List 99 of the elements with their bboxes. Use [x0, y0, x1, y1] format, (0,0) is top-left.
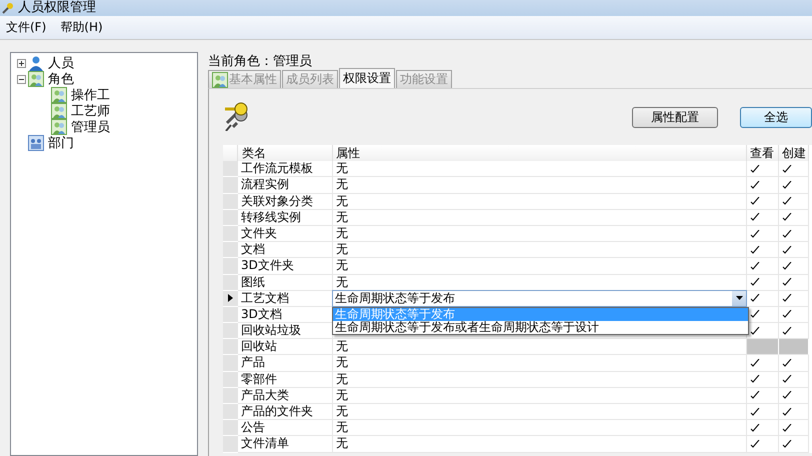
tree-item[interactable]: 角色	[46, 70, 76, 88]
table-cell: 文件夹	[238, 226, 333, 242]
check-cell[interactable]	[747, 388, 779, 404]
table-cell: 回收站垃圾	[238, 323, 333, 340]
column-header[interactable]: 查看	[747, 145, 779, 162]
table-cell: 无	[333, 355, 747, 372]
table-cell: 无	[333, 194, 747, 210]
group-icon	[28, 71, 44, 87]
check-cell[interactable]	[747, 194, 779, 210]
check-cell[interactable]	[747, 177, 779, 194]
check-cell[interactable]	[779, 355, 809, 372]
current-role-label: 当前角色：管理员	[208, 53, 312, 68]
header-corner	[223, 145, 238, 162]
table-cell: 工作流元模板	[238, 161, 333, 178]
table-cell: 无	[333, 339, 747, 356]
table-cell: 无	[333, 436, 747, 453]
check-cell[interactable]	[779, 372, 809, 388]
tree-item[interactable]: 管理员	[69, 118, 112, 136]
check-cell[interactable]	[747, 161, 779, 178]
tree-item[interactable]: 部门	[46, 134, 76, 152]
table-cell: 转移线实例	[238, 210, 333, 226]
check-cell[interactable]	[779, 258, 809, 274]
plus-icon	[18, 60, 25, 66]
table-cell: 图纸	[238, 274, 333, 291]
button[interactable]: 属性配置	[632, 107, 718, 128]
table-cell: 回收站	[238, 339, 333, 356]
check-cell[interactable]	[779, 420, 809, 436]
collapse-toggle[interactable]	[17, 74, 26, 84]
check-cell[interactable]	[779, 226, 809, 242]
check-cell[interactable]	[779, 274, 809, 291]
check-cell[interactable]	[747, 436, 779, 453]
expand-toggle[interactable]	[17, 58, 26, 68]
table-cell: 无	[333, 210, 747, 226]
check-cell[interactable]	[747, 226, 779, 242]
check-cell[interactable]	[779, 306, 809, 324]
check-cell[interactable]	[779, 242, 809, 258]
table-cell: 文档	[238, 242, 333, 258]
table-cell: 3D文档	[238, 306, 333, 324]
table-cell: 产品	[238, 355, 333, 372]
tab[interactable]: 权限设置	[339, 68, 395, 88]
group-icon	[51, 103, 67, 119]
check-cell[interactable]	[779, 436, 809, 453]
check-cell[interactable]	[747, 420, 779, 436]
window-title: 人员权限管理	[18, 1, 96, 15]
check-cell[interactable]	[747, 404, 779, 420]
table-cell: 3D文件夹	[238, 258, 333, 274]
table-cell: 产品的文件夹	[238, 404, 333, 420]
tree-item[interactable]: 工艺师	[69, 102, 112, 120]
check-cell[interactable]	[747, 290, 779, 307]
property-dropdown[interactable]: 生命周期状态等于发布	[332, 290, 747, 307]
group-icon	[51, 119, 67, 135]
table-cell: 无	[333, 177, 747, 194]
person-icon	[28, 55, 44, 71]
table-cell: 无	[333, 372, 747, 388]
check-cell[interactable]	[747, 242, 779, 258]
row-header[interactable]	[223, 290, 238, 307]
dropdown-button[interactable]	[732, 290, 746, 306]
current-row-icon	[228, 294, 233, 302]
column-header[interactable]: 类名	[238, 145, 333, 162]
group-icon	[212, 72, 228, 88]
table-cell: 无	[333, 404, 747, 420]
check-cell[interactable]	[779, 177, 809, 194]
check-cell[interactable]	[747, 274, 779, 291]
table-cell: 无	[333, 161, 747, 178]
table-cell: 无	[333, 388, 747, 404]
group-icon	[51, 87, 67, 103]
key-icon	[2, 2, 14, 14]
table-cell: 无	[333, 420, 747, 436]
check-cell[interactable]	[779, 323, 809, 340]
check-cell[interactable]	[779, 404, 809, 420]
menu-item[interactable]: 文件(F)	[6, 19, 46, 36]
check-cell[interactable]	[779, 290, 809, 307]
table-cell: 流程实例	[238, 177, 333, 194]
tree-item[interactable]: 操作工	[69, 86, 112, 104]
table-cell: 产品大类	[238, 388, 333, 404]
column-header[interactable]: 属性	[333, 145, 747, 162]
table-cell: 关联对象分类	[238, 194, 333, 210]
dropdown-option[interactable]: 生命周期状态等于发布或者生命周期状态等于设计	[333, 320, 748, 334]
table-cell: 公告	[238, 420, 333, 436]
menu-item[interactable]: 帮助(H)	[60, 19, 103, 36]
column-header[interactable]: 创建	[779, 145, 809, 162]
check-cell[interactable]	[747, 210, 779, 226]
check-cell[interactable]	[779, 161, 809, 178]
check-cell[interactable]	[779, 388, 809, 404]
check-cell[interactable]	[747, 372, 779, 388]
button[interactable]: 全选	[740, 107, 812, 128]
tree-item[interactable]: 人员	[46, 54, 76, 72]
table-cell: 零部件	[238, 372, 333, 388]
caret-icon	[736, 296, 742, 300]
check-cell[interactable]	[779, 194, 809, 210]
check-cell[interactable]	[747, 355, 779, 372]
check-cell[interactable]	[747, 323, 779, 340]
check-cell[interactable]	[779, 210, 809, 226]
table-cell: 无	[333, 242, 747, 258]
table-cell: 无	[333, 226, 747, 242]
table-cell: 无	[333, 258, 747, 274]
table-cell: 文件清单	[238, 436, 333, 453]
department-icon	[28, 135, 44, 151]
check-cell[interactable]	[747, 258, 779, 274]
